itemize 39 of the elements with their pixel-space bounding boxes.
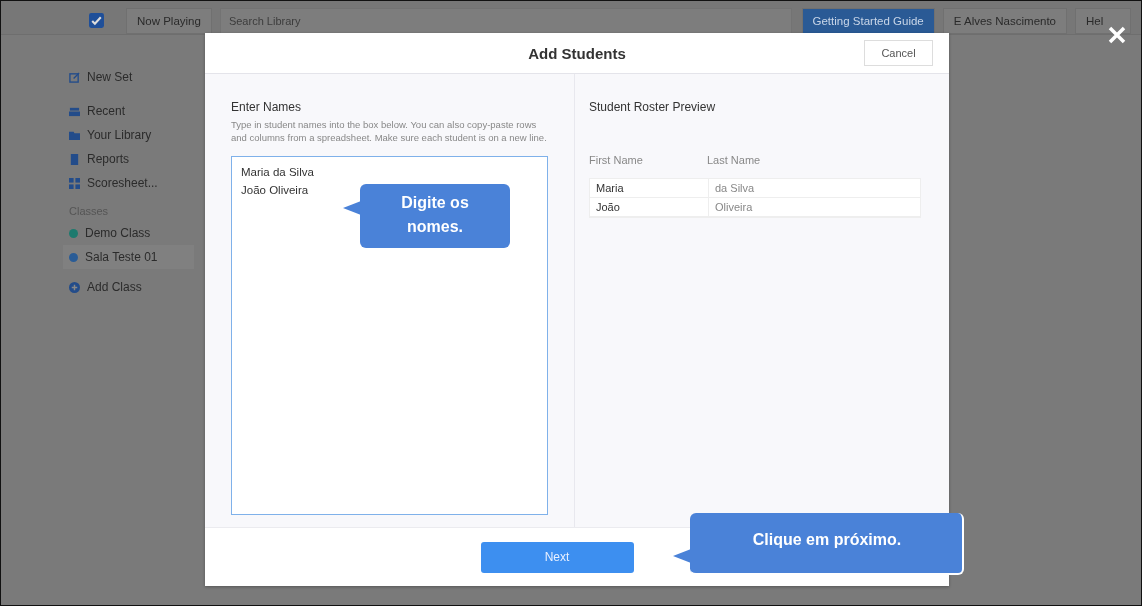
plus-circle-icon	[69, 281, 80, 293]
close-icon[interactable]	[1107, 25, 1127, 45]
table-cell-text: Oliveira	[714, 201, 754, 213]
class-item[interactable]: Sala Teste 01	[63, 245, 194, 269]
tray-icon	[69, 105, 80, 117]
new-set-link[interactable]: New Set	[69, 65, 194, 89]
tooltip-callout: Clique em próximo.	[673, 513, 964, 575]
tooltip-callout: Digite os nomes.	[343, 184, 510, 248]
folder-icon	[69, 129, 80, 141]
next-button[interactable]: Next	[480, 541, 634, 573]
dialog-title: Add Students	[528, 44, 626, 62]
help-button[interactable]: Hel	[1075, 7, 1131, 34]
class-item[interactable]: Demo Class	[69, 221, 194, 245]
edit-icon	[69, 71, 80, 83]
cancel-button[interactable]: Cancel	[864, 40, 933, 66]
new-set-label: New Set	[87, 70, 133, 84]
grid-icon	[69, 177, 80, 189]
user-button[interactable]: E Alves Nascimento	[942, 7, 1067, 34]
column-header: First Name	[589, 154, 644, 166]
class-label: Sala Teste 01	[85, 250, 158, 264]
now-playing-button[interactable]: Now Playing	[126, 7, 212, 34]
enter-names-heading: Enter Names	[231, 100, 303, 114]
sidebar-item[interactable]: Recent	[69, 99, 194, 123]
table-cell-text: da Silva	[714, 182, 756, 194]
sidebar-item[interactable]: Your Library	[69, 123, 194, 147]
document-icon	[69, 153, 80, 165]
getting-started-guide-button[interactable]: Getting Started Guide	[801, 7, 935, 34]
table-cell: Maria	[590, 179, 709, 197]
column-header: Last Name	[707, 154, 762, 166]
add-class-label: Add Class	[87, 280, 142, 294]
table-cell: João	[590, 198, 709, 216]
search-field[interactable]: Search Library	[219, 7, 792, 34]
sidebar-item[interactable]: Scoresheet...	[69, 171, 194, 195]
checkbox-logo-icon[interactable]	[89, 13, 104, 28]
sidebar-item[interactable]: Reports	[69, 147, 194, 171]
class-label: Demo Class	[85, 226, 151, 240]
add-class-link[interactable]: Add Class	[69, 275, 194, 299]
instructions-text: Type in student names into the box below. You can also copy-paste rows and columns from a spreadsheet. Make sure each student is on a new line.	[231, 118, 548, 144]
roster-preview-heading: Student Roster Preview	[589, 100, 717, 114]
